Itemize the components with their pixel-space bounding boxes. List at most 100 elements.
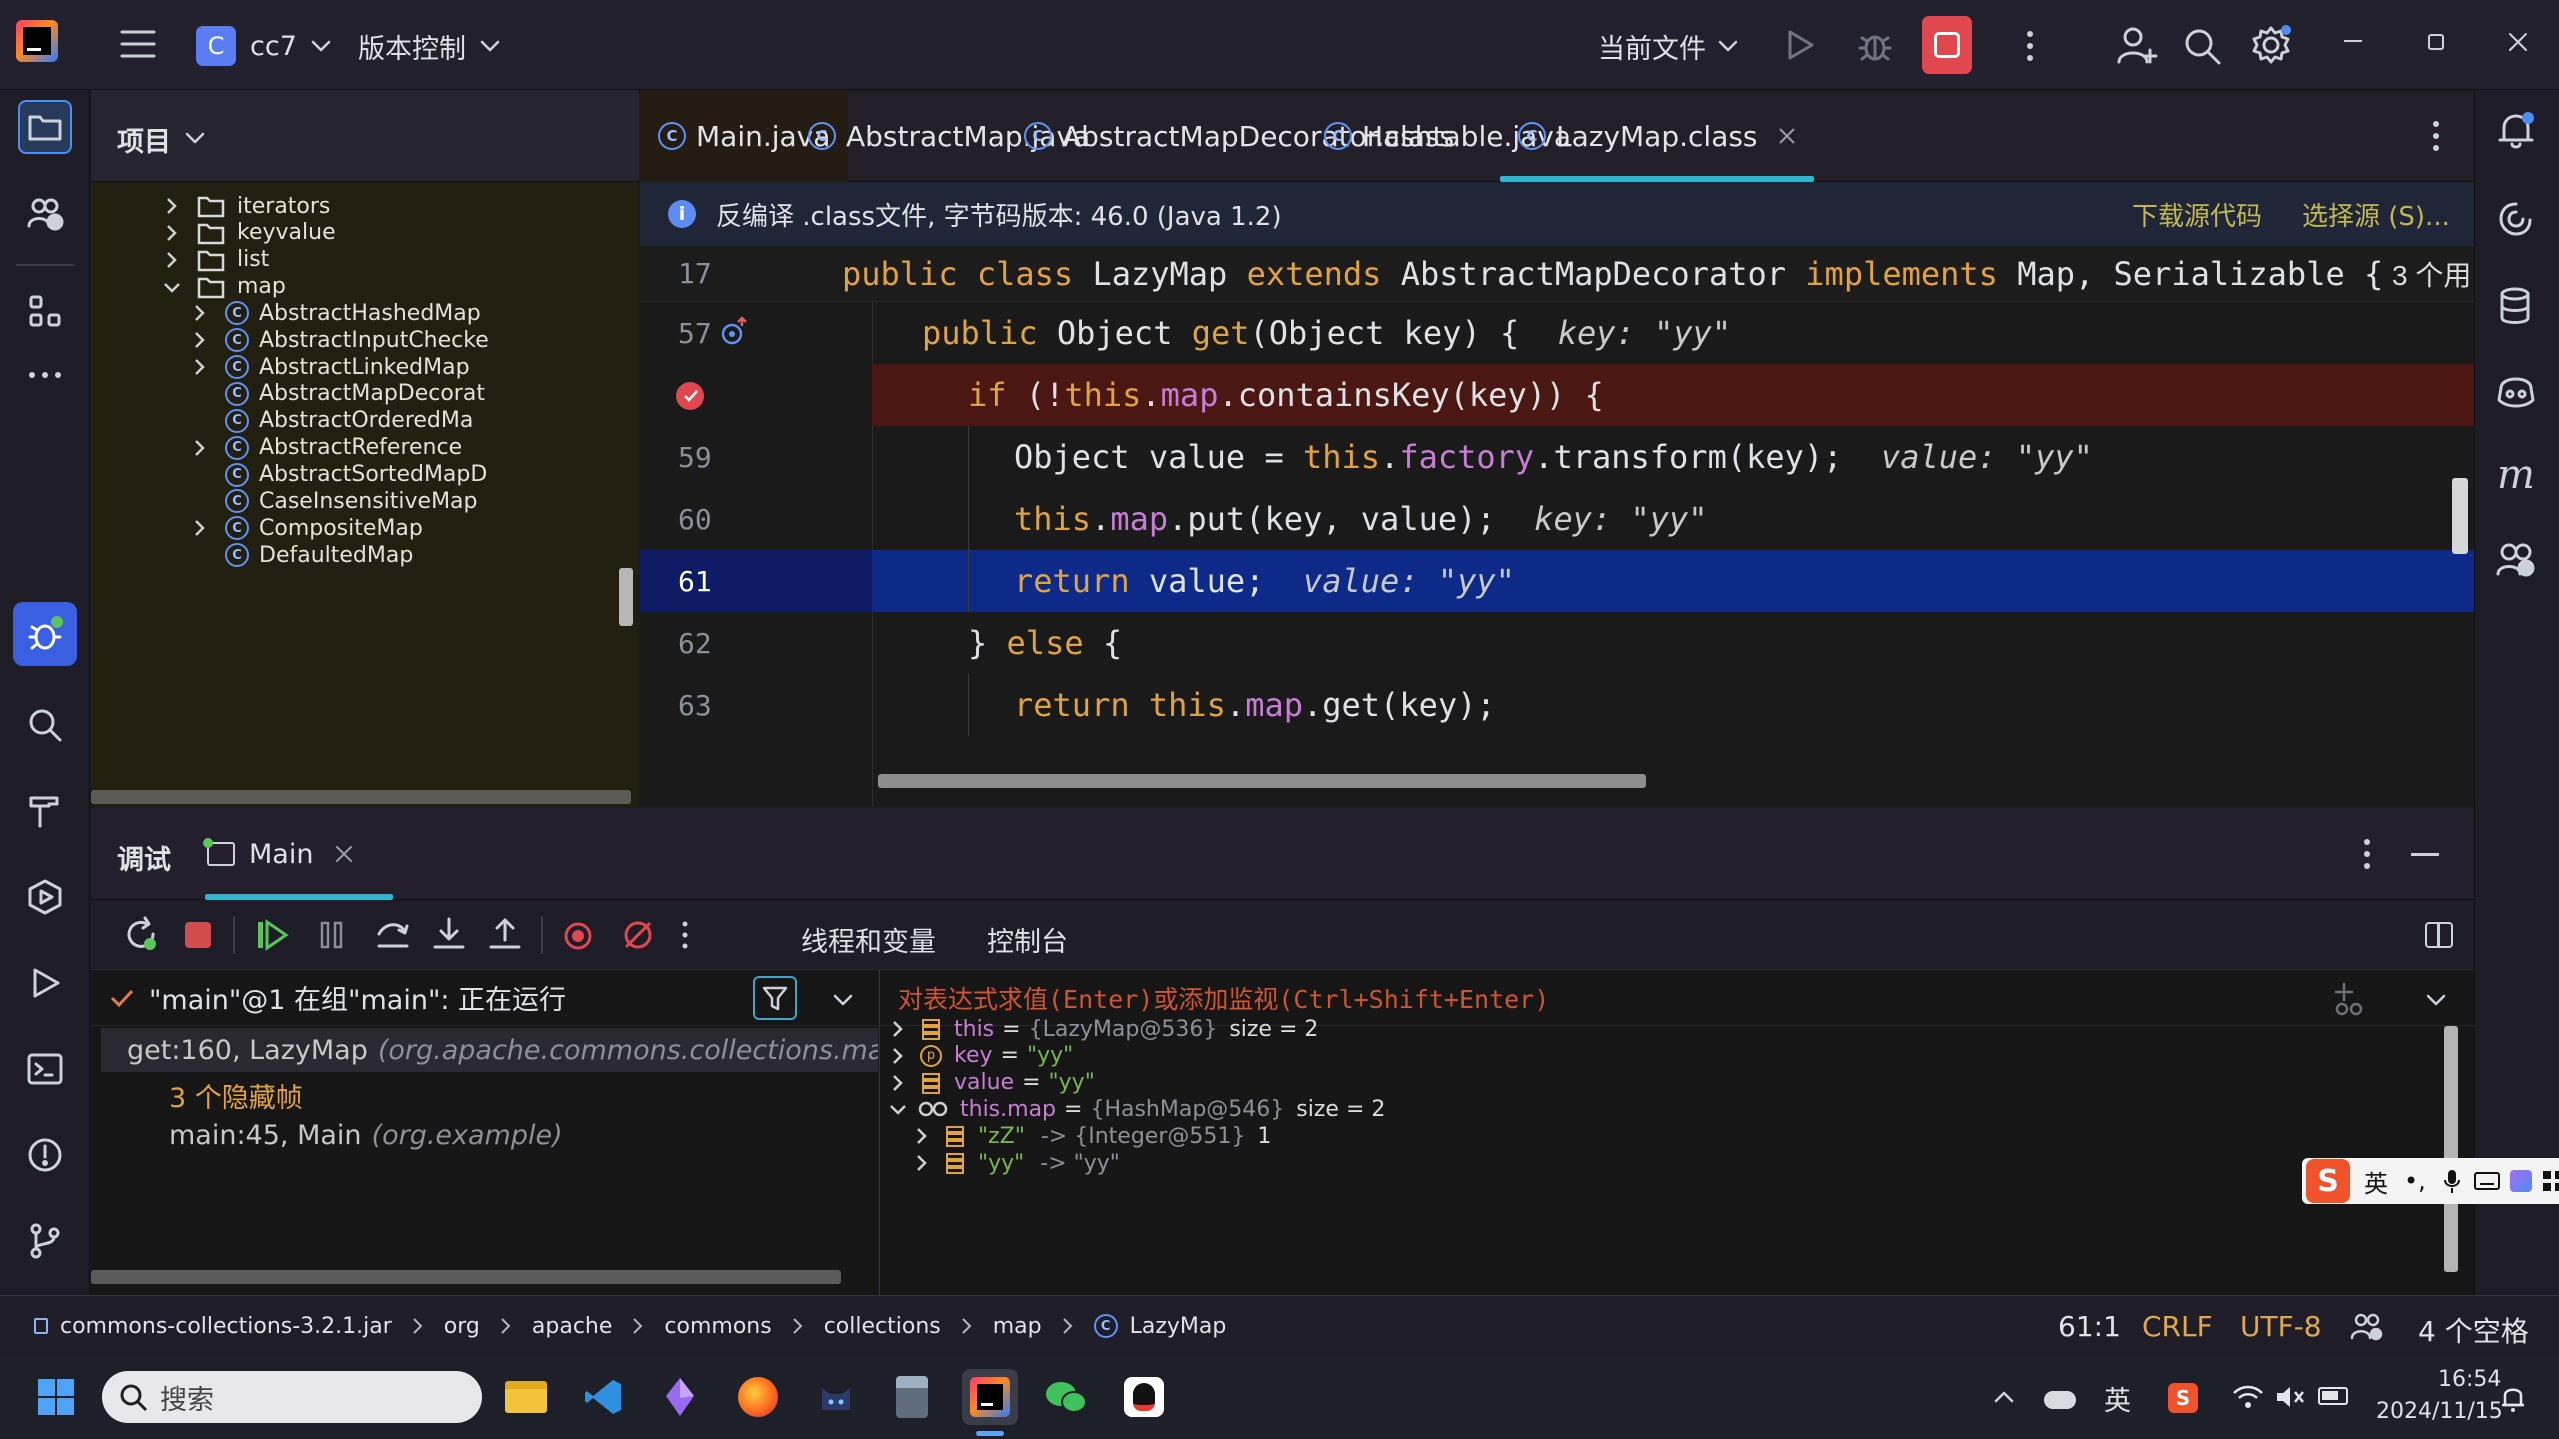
close-icon[interactable] [335,845,353,863]
notification-bell-icon[interactable] [2500,1383,2526,1413]
tree-class-item[interactable]: C CaseInsensitiveMap [189,488,478,514]
step-into-icon[interactable] [431,916,467,952]
variable-row[interactable]: "zZ" -> {Integer@551} 1 [912,1123,1271,1149]
tree-horizontal-scrollbar[interactable] [91,790,631,804]
tree-folder-item[interactable]: iterators [161,193,330,219]
rerun-icon[interactable] [123,916,159,952]
firefox-icon[interactable] [730,1369,786,1425]
breadcrumb-item[interactable]: commons-collections-3.2.1.jar [60,1314,392,1339]
step-out-icon[interactable] [487,916,523,952]
debug-session-tab[interactable]: Main [203,826,353,882]
project-switcher[interactable]: C cc7 [196,24,333,68]
chevron-right-icon[interactable] [189,329,211,351]
editor-vertical-scrollbar[interactable] [2452,478,2468,554]
services-icon[interactable] [18,870,72,924]
windows-start-icon[interactable] [28,1369,84,1425]
override-method-icon[interactable] [720,316,750,346]
tree-class-item[interactable]: C AbstractReference [189,435,462,461]
main-menu-icon[interactable] [118,26,158,62]
chevron-down-icon[interactable] [831,990,855,1010]
panel-minimize-icon[interactable] [2411,853,2439,856]
window-minimize-icon[interactable] [2344,40,2362,42]
frame-item[interactable]: main:45, Main (org.example) [169,1120,563,1151]
add-user-icon[interactable] [2116,24,2158,66]
usages-hint[interactable]: 3 个用 [2392,254,2471,294]
line-separator[interactable]: CRLF [2142,1310,2213,1343]
variable-row[interactable]: "yy" -> "yy" [912,1150,1120,1176]
run-tool-icon[interactable] [18,956,72,1010]
maven-icon[interactable]: m [2497,452,2535,498]
thread-selector[interactable]: "main"@1 在组"main": 正在运行 [91,970,878,1026]
tree-vertical-scrollbar[interactable] [619,568,633,626]
tabs-more-icon[interactable] [2426,118,2446,154]
taskbar-search-box[interactable]: 搜索 [102,1371,482,1423]
project-folder-icon[interactable] [18,100,72,154]
tree-class-item[interactable]: C DefaultedMap [189,542,413,568]
variable-row[interactable]: this = {LazyMap@536} size = 2 [888,1016,1318,1042]
breadcrumb-item[interactable]: map [993,1314,1042,1339]
window-restore-icon[interactable] [2428,34,2444,50]
git-branch-icon[interactable] [18,1214,72,1268]
chevron-up-icon[interactable] [1992,1387,2016,1407]
tab-console[interactable]: 控制台 [987,920,1068,959]
onedrive-cloud-icon[interactable] [2044,1391,2076,1409]
breadcrumb-item[interactable]: apache [532,1314,613,1339]
panel-more-icon[interactable] [2357,836,2377,872]
clock-date[interactable]: 2024/11/15 [2376,1399,2503,1424]
breakpoint-icon[interactable] [676,382,704,410]
build-hammer-icon[interactable] [18,784,72,838]
debug-bug-icon[interactable] [1856,26,1894,64]
vscode-icon[interactable] [576,1369,632,1425]
battery-icon[interactable] [2318,1387,2348,1405]
qq-icon[interactable] [1116,1369,1172,1425]
ai-assistant-icon[interactable] [2497,200,2535,238]
tree-class-item[interactable]: C AbstractSortedMapD [189,462,487,488]
tree-class-item[interactable]: C AbstractHashedMap [189,300,481,326]
chevron-right-icon[interactable] [161,222,183,244]
stop-button[interactable] [1922,16,1972,74]
download-source-link[interactable]: 下载源代码 [2132,196,2262,233]
pause-icon[interactable] [315,918,349,952]
toolbar-more-icon[interactable] [675,918,695,952]
chevron-right-icon[interactable] [912,1126,932,1146]
variable-row[interactable]: value = "yy" [888,1070,1095,1096]
clock-time[interactable]: 16:54 [2438,1367,2501,1392]
variable-row[interactable]: this.map = {HashMap@546} size = 2 [888,1096,1385,1122]
run-icon[interactable] [1782,28,1816,62]
terminal-icon[interactable] [18,1042,72,1096]
database-icon[interactable] [2497,286,2533,326]
breadcrumb-item[interactable]: collections [824,1314,941,1339]
chevron-right-icon[interactable] [888,1046,908,1066]
chevron-down-icon[interactable] [888,1099,908,1119]
app-cat-icon[interactable] [808,1369,864,1425]
tree-class-item[interactable]: C AbstractOrderedMa [189,408,473,434]
resume-icon[interactable] [255,918,289,952]
chevron-down-icon[interactable] [2424,990,2448,1010]
indent-setting[interactable]: 4 个空格 [2418,1310,2529,1350]
chevron-right-icon[interactable] [189,437,211,459]
chevron-right-icon[interactable] [888,1073,908,1093]
breadcrumb-item[interactable]: org [444,1314,480,1339]
stop-debug-icon[interactable] [185,922,211,948]
problems-icon[interactable] [18,1128,72,1182]
hidden-frames-link[interactable]: 3 个隐藏帧 [169,1076,303,1115]
project-panel-title[interactable]: 项目 [117,120,171,159]
more-tools-icon[interactable] [18,348,72,402]
copilot-icon[interactable] [2495,370,2537,410]
debug-tool-icon[interactable] [13,602,77,666]
choose-source-link[interactable]: 选择源 (S)... [2302,196,2450,233]
step-over-icon[interactable] [375,916,411,952]
tree-folder-item[interactable]: map [161,274,286,300]
settings-gear-icon[interactable] [2250,24,2292,66]
tree-class-item[interactable]: C AbstractMapDecorat [189,381,485,407]
tree-class-item[interactable]: C AbstractInputChecke [189,327,489,353]
variables-vertical-scrollbar[interactable] [2444,1026,2458,1272]
caret-position[interactable]: 61:1 [2058,1310,2121,1343]
window-close-icon[interactable] [2508,32,2528,52]
vcs-menu[interactable]: 版本控制 [358,24,502,68]
chevron-down-icon[interactable] [161,276,183,298]
run-config-selector[interactable]: 当前文件 [1598,24,1740,68]
ime-toolbar[interactable]: S 英 •, [2302,1158,2559,1204]
chevron-right-icon[interactable] [189,302,211,324]
code-with-me-icon[interactable] [2495,538,2537,578]
